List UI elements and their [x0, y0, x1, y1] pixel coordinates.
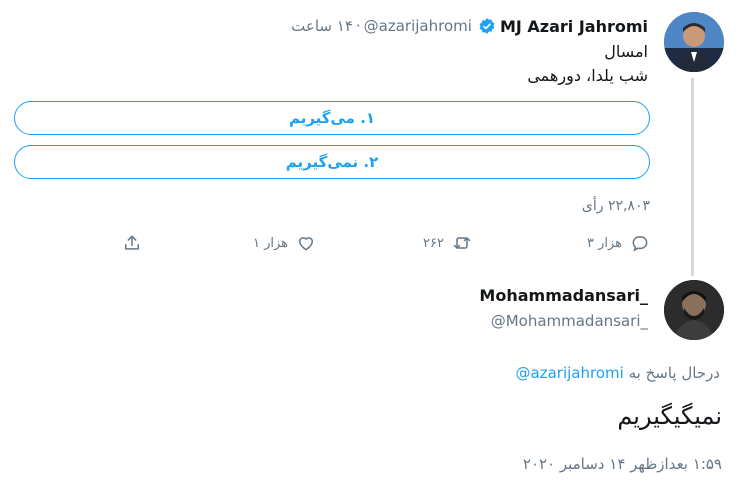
like-action[interactable]: ۱ هزار [253, 232, 316, 254]
heart-icon [299, 237, 313, 251]
reply-author-avatar[interactable] [664, 280, 724, 340]
poll-option-1[interactable]: ۱. می‌گیریم [14, 101, 650, 135]
thread-connector-line [691, 78, 694, 276]
retweet-icon [453, 237, 471, 249]
poll-option-1-label: ۱. می‌گیریم [288, 109, 376, 127]
tweet1-display-name[interactable]: MJ Azari Jahromi [500, 17, 648, 36]
replying-to-mention[interactable]: @azarijahromi [516, 364, 624, 382]
reply-action[interactable]: ۳ هزار [587, 232, 650, 254]
like-count: ۱ هزار [252, 235, 288, 251]
poll-option-2[interactable]: ۲. نمی‌گیریم [14, 145, 650, 179]
tweet1-text-line-1: امسال [604, 42, 648, 61]
retweet-action[interactable]: ۲۶۲ [423, 232, 472, 254]
verified-badge-icon [479, 18, 495, 34]
reply-bubble-icon [632, 235, 648, 252]
reply-count: ۳ هزار [586, 235, 622, 251]
poll-option-2-label: ۲. نمی‌گیریم [285, 153, 379, 171]
reply-handle[interactable]: @Mohammadansari_ [491, 312, 648, 330]
separator-dot: · [355, 17, 361, 35]
poll-vote-count: ۲۲,۸۰۳ رأی [581, 198, 650, 214]
tweet1-time[interactable]: ۱۴ ساعت [291, 17, 353, 35]
author-avatar[interactable] [664, 12, 724, 72]
share-action[interactable] [122, 232, 142, 254]
avatar-image [664, 12, 724, 72]
replying-to-label: درحال پاسخ به [628, 364, 720, 382]
reply-timestamp[interactable]: ۱:۵۹ بعدازظهر ۱۴ دسامبر ۲۰۲۰ [523, 455, 722, 473]
share-upload-icon [125, 235, 139, 250]
retweet-count: ۲۶۲ [423, 235, 444, 251]
tweet1-header: ۱۴ ساعت · @azarijahromi MJ Azari Jahromi [291, 14, 648, 38]
tweet1-text-line-2: شب یلدا، دورهمی [527, 66, 648, 85]
reply-display-name[interactable]: Mohammadansari_ [479, 286, 648, 305]
reply-text: نمیگیگیریم [617, 402, 722, 430]
avatar-image [664, 280, 724, 340]
replying-to-line: درحال پاسخ به @azarijahromi [516, 364, 720, 382]
tweet1-handle[interactable]: @azarijahromi [364, 17, 472, 35]
